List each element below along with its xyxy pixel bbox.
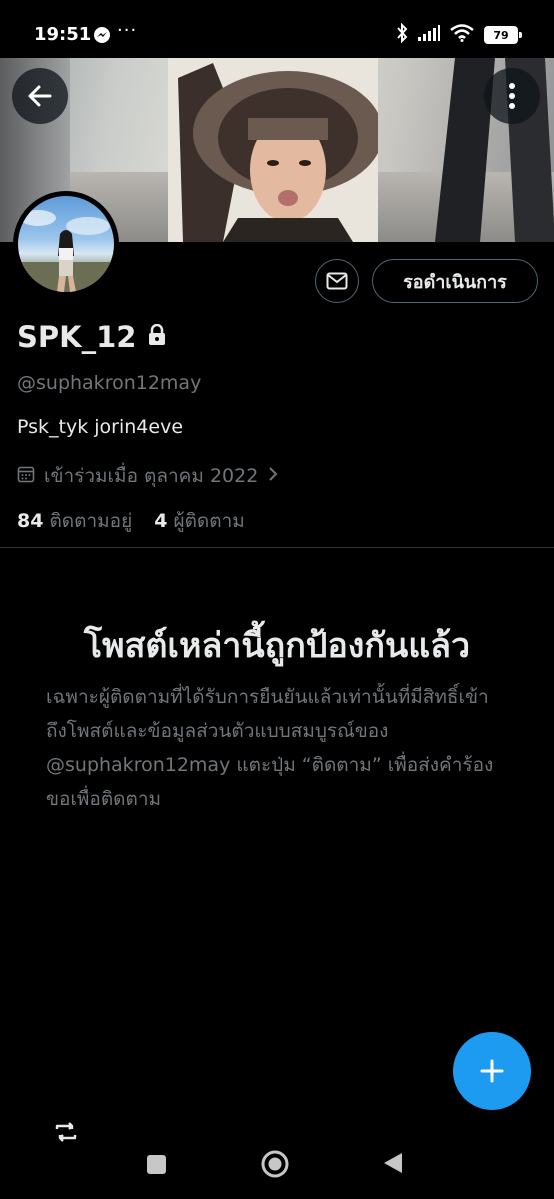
name-row: SPK_12 xyxy=(17,320,166,354)
more-vertical-icon xyxy=(509,83,515,109)
status-time: 19:51 xyxy=(34,24,92,45)
bluetooth-icon xyxy=(396,22,408,47)
home-button[interactable] xyxy=(261,1150,289,1178)
status-more-dots: ··· xyxy=(117,20,138,41)
status-bar: 19:51 ··· 79 xyxy=(0,0,554,58)
calendar-icon xyxy=(17,465,35,488)
wifi-icon xyxy=(450,24,474,46)
system-back-button[interactable] xyxy=(382,1151,404,1179)
section-divider xyxy=(0,547,554,548)
followers-count: 4 xyxy=(154,510,168,532)
protected-title: โพสต์เหล่านี้ถูกป้องกันแล้ว xyxy=(83,626,471,666)
pending-follow-button[interactable]: รอดำเนินการ xyxy=(372,259,538,303)
arrow-left-icon xyxy=(28,85,52,107)
envelope-icon xyxy=(326,272,348,290)
lock-icon xyxy=(148,323,166,350)
compose-button[interactable] xyxy=(453,1032,531,1110)
followers-link[interactable]: 4 ผู้ติดตาม xyxy=(154,506,245,536)
following-count: 84 xyxy=(17,510,44,532)
avatar-image xyxy=(18,196,114,292)
signal-icon xyxy=(418,25,440,45)
protected-body: เฉพาะผู้ติดตามที่ได้รับการยืนยันแล้วเท่า… xyxy=(46,686,494,810)
display-name: SPK_12 xyxy=(17,320,137,354)
messenger-icon xyxy=(93,26,111,48)
plus-icon xyxy=(480,1059,504,1083)
joined-date-text: เข้าร่วมเมื่อ ตุลาคม 2022 xyxy=(44,465,259,487)
banner-photo-cutout xyxy=(168,58,378,242)
follow-stats: 84 ติดตามอยู่ 4 ผู้ติดตาม xyxy=(17,506,245,536)
chevron-right-icon xyxy=(267,465,279,487)
recents-button[interactable] xyxy=(147,1155,166,1174)
battery-indicator: 79 xyxy=(484,26,522,44)
avatar[interactable] xyxy=(13,191,119,297)
profile-handle: @suphakron12may xyxy=(17,372,202,394)
followers-label: ผู้ติดตาม xyxy=(173,510,245,532)
more-options-button[interactable] xyxy=(484,68,540,124)
status-icons: 79 xyxy=(396,22,522,47)
joined-date-row[interactable]: เข้าร่วมเมื่อ ตุลาคม 2022 xyxy=(17,461,279,491)
following-link[interactable]: 84 ติดตามอยู่ xyxy=(17,506,132,536)
profile-bio: Psk_tyk jorin4eve xyxy=(17,416,184,438)
back-button[interactable] xyxy=(12,68,68,124)
following-label: ติดตามอยู่ xyxy=(49,510,133,532)
message-button[interactable] xyxy=(315,259,359,303)
